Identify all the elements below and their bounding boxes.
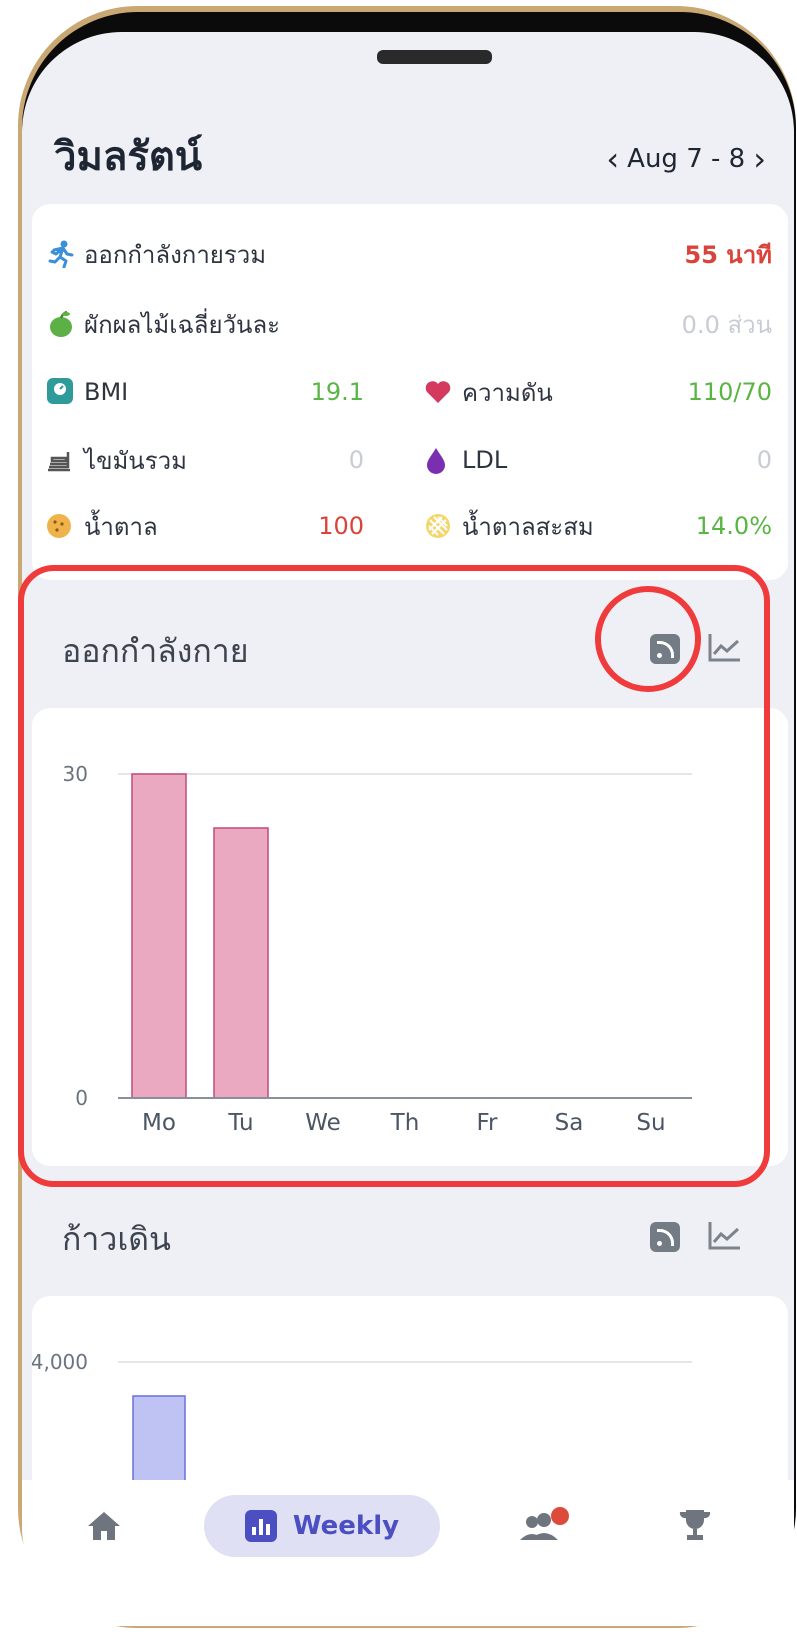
bmi-value: 19.1 [310, 378, 364, 406]
running-icon [46, 239, 76, 269]
summary-fat[interactable]: ไขมันรวม 0 [46, 440, 364, 480]
hba1c-label: น้ำตาลสะสม [462, 512, 594, 541]
summary-hba1c[interactable]: น้ำตาลสะสม 14.0% [424, 506, 772, 546]
y-tick-label: 4,000 [32, 1350, 88, 1374]
home-icon[interactable] [86, 1510, 122, 1546]
trophy-icon[interactable] [676, 1508, 714, 1546]
bottom-nav: Weekly [22, 1480, 794, 1626]
pressure-value: 110/70 [687, 378, 772, 406]
heart-icon [424, 377, 454, 407]
exercise-total-label: ออกกำลังกายรวม [84, 240, 267, 269]
food-icon [46, 445, 76, 475]
line-chart-icon[interactable] [708, 1220, 742, 1254]
health-summary-card: ออกกำลังกายรวม 55 นาที ผักผลไม้เฉลี่ยวัน… [32, 204, 788, 580]
sugar-label: น้ำตาล [84, 512, 158, 541]
bmi-label: BMI [84, 378, 129, 406]
summary-row-veg-fruit[interactable]: ผักผลไม้เฉลี่ยวันละ 0.0 ส่วน [46, 304, 772, 344]
ldl-label: LDL [462, 446, 508, 474]
steps-view-toggle [650, 1220, 742, 1254]
apple-icon [46, 309, 76, 339]
summary-row-exercise[interactable]: ออกกำลังกายรวม 55 นาที [46, 234, 772, 274]
chevron-left-icon[interactable]: ‹ [606, 140, 619, 178]
summary-ldl[interactable]: LDL 0 [424, 440, 772, 480]
waffle-icon [424, 511, 454, 541]
veg-fruit-label: ผักผลไม้เฉลี่ยวันละ [84, 310, 281, 339]
nav-weekly-tab[interactable]: Weekly [204, 1495, 440, 1557]
summary-bmi[interactable]: BMI 19.1 [46, 372, 364, 412]
chevron-right-icon[interactable]: › [753, 140, 766, 178]
exercise-total-value: 55 นาที [684, 240, 772, 269]
friends-icon[interactable] [518, 1506, 570, 1548]
pressure-label: ความดัน [462, 378, 553, 407]
date-range-label: Aug 7 - 8 [627, 144, 746, 174]
veg-fruit-value: 0.0 ส่วน [681, 310, 772, 339]
fat-label: ไขมันรวม [84, 446, 187, 475]
summary-pressure[interactable]: ความดัน 110/70 [424, 372, 772, 412]
scale-icon [46, 377, 76, 407]
summary-sugar[interactable]: น้ำตาล 100 [46, 506, 364, 546]
ldl-value: 0 [756, 446, 772, 474]
bar-view-icon[interactable] [650, 1222, 680, 1252]
highlight-circle [595, 586, 701, 692]
weekly-chart-icon [244, 1510, 277, 1542]
section-title-steps: ก้าวเดิน [62, 1220, 171, 1258]
fat-value: 0 [348, 446, 364, 474]
drop-icon [424, 445, 454, 475]
weekly-tab-label: Weekly [292, 1511, 400, 1541]
speaker-notch [377, 50, 492, 64]
hba1c-value: 14.0% [695, 512, 772, 540]
sugar-value: 100 [318, 512, 364, 540]
cookie-icon [46, 511, 76, 541]
date-navigator: ‹ Aug 7 - 8 › [606, 140, 766, 178]
page-title: วิมลรัตน์ [54, 134, 203, 180]
